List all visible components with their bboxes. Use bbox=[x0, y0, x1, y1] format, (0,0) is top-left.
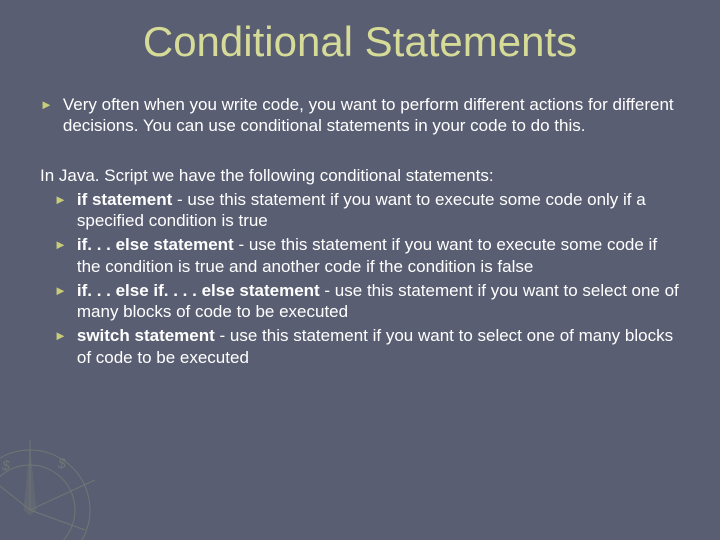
list-heading: In Java. Script we have the following co… bbox=[40, 165, 684, 187]
triangle-bullet-icon: ► bbox=[54, 328, 67, 343]
triangle-bullet-icon: ► bbox=[54, 192, 67, 207]
slide-content: ► Very often when you write code, you wa… bbox=[30, 94, 690, 369]
list-item: ► if. . . else statement - use this stat… bbox=[40, 234, 684, 278]
list-item: ► if. . . else if. . . . else statement … bbox=[40, 280, 684, 324]
statement-name: if. . . else if. . . . else statement bbox=[77, 281, 320, 300]
svg-text:$: $ bbox=[57, 455, 66, 471]
list-item-text: if. . . else statement - use this statem… bbox=[77, 234, 684, 278]
compass-decoration-icon: $ $ bbox=[0, 420, 150, 540]
intro-text: Very often when you write code, you want… bbox=[63, 94, 684, 137]
list-item: ► if statement - use this statement if y… bbox=[40, 189, 684, 233]
list-item: ► switch statement - use this statement … bbox=[40, 325, 684, 369]
list-item-text: if statement - use this statement if you… bbox=[77, 189, 684, 233]
triangle-bullet-icon: ► bbox=[54, 237, 67, 252]
intro-bullet: ► Very often when you write code, you wa… bbox=[40, 94, 684, 137]
page-title: Conditional Statements bbox=[30, 18, 690, 66]
statement-name: switch statement bbox=[77, 326, 215, 345]
triangle-bullet-icon: ► bbox=[54, 283, 67, 298]
statement-name: if. . . else statement bbox=[77, 235, 234, 254]
svg-text:$: $ bbox=[1, 457, 10, 473]
statement-list: ► if statement - use this statement if y… bbox=[40, 189, 684, 369]
list-item-text: switch statement - use this statement if… bbox=[77, 325, 684, 369]
statement-name: if statement bbox=[77, 190, 172, 209]
slide: Conditional Statements ► Very often when… bbox=[0, 0, 720, 540]
list-item-text: if. . . else if. . . . else statement - … bbox=[77, 280, 684, 324]
triangle-bullet-icon: ► bbox=[40, 97, 53, 112]
